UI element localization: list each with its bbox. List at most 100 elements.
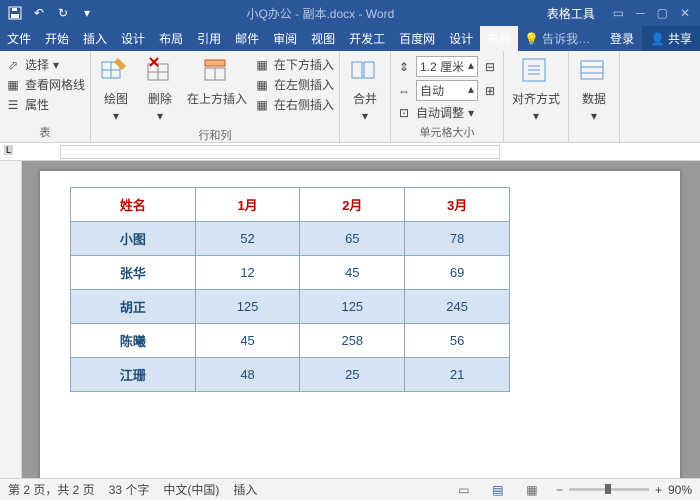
redo-icon[interactable]: ↻ [56,6,70,20]
minimize-icon[interactable]: ─ [636,6,645,20]
select-button[interactable]: ⬀选择▾ [5,56,85,73]
save-icon[interactable] [8,6,22,20]
share-button[interactable]: 👤共享 [642,26,700,51]
table-cell[interactable]: 78 [405,222,510,256]
properties-button[interactable]: ☰属性 [5,96,85,113]
tab-review[interactable]: 审阅 [266,26,304,51]
table-header[interactable]: 1月 [195,188,300,222]
bulb-icon: 💡 [524,32,539,46]
table-row[interactable]: 陈曦4525856 [71,324,510,358]
status-insert[interactable]: 插入 [233,481,257,498]
view-gridlines-button[interactable]: ▦查看网格线 [5,76,85,93]
table-cell[interactable]: 258 [300,324,405,358]
zoom-level[interactable]: 90% [668,483,692,497]
undo-icon[interactable]: ↶ [32,6,46,20]
distribute-rows-icon[interactable]: ⊟ [482,59,498,75]
table-cell[interactable]: 小图 [71,222,196,256]
tab-baidu[interactable]: 百度网 [392,26,442,51]
insert-left-button[interactable]: ▦在左侧插入 [254,76,334,93]
qat-dropdown-icon[interactable]: ▾ [80,6,94,20]
pointer-icon: ⬀ [5,57,21,73]
table-header[interactable]: 3月 [405,188,510,222]
chevron-down-icon: ▾ [53,58,59,72]
close-icon[interactable]: ✕ [680,6,690,20]
data-button[interactable]: 数据▾ [574,54,614,125]
contextual-tab-title: 表格工具 [539,5,603,22]
alignment-icon [520,56,552,88]
print-layout-icon[interactable]: ▤ [488,483,508,497]
zoom-out-button[interactable]: − [556,483,563,497]
tab-table-layout[interactable]: 布局 [480,26,518,51]
chevron-down-icon: ▾ [533,109,539,123]
table-cell[interactable]: 张华 [71,256,196,290]
merge-button[interactable]: 合并▾ [345,54,385,125]
zoom-in-button[interactable]: + [655,483,662,497]
table-header[interactable]: 2月 [300,188,405,222]
table-cell[interactable]: 陈曦 [71,324,196,358]
table-cell[interactable]: 69 [405,256,510,290]
table-cell[interactable]: 52 [195,222,300,256]
horizontal-ruler[interactable]: L [0,143,700,161]
table-cell[interactable]: 65 [300,222,405,256]
tab-references[interactable]: 引用 [190,26,228,51]
vertical-ruler[interactable] [0,161,22,478]
tab-table-design[interactable]: 设计 [442,26,480,51]
insert-above-button[interactable]: 在上方插入 [184,54,250,109]
col-width-input[interactable]: 自动▴ [416,80,478,101]
read-mode-icon[interactable]: ▭ [454,483,474,497]
table-cell[interactable]: 25 [300,358,405,392]
maximize-icon[interactable]: ▢ [657,6,668,20]
tab-developer[interactable]: 开发工 [342,26,392,51]
table-cell[interactable]: 胡正 [71,290,196,324]
grid-icon: ▦ [5,77,21,93]
web-layout-icon[interactable]: ▦ [522,483,542,497]
ribbon-options-icon[interactable]: ▭ [613,6,624,20]
delete-button[interactable]: 删除▾ [140,54,180,125]
table-cell[interactable]: 45 [300,256,405,290]
insert-below-button[interactable]: ▦在下方插入 [254,56,334,73]
tab-view[interactable]: 视图 [304,26,342,51]
tab-insert[interactable]: 插入 [76,26,114,51]
table-cell[interactable]: 56 [405,324,510,358]
table-cell[interactable]: 245 [405,290,510,324]
tab-layout[interactable]: 布局 [152,26,190,51]
autofit-button[interactable]: ⊡自动调整▾ [396,104,498,121]
tab-design[interactable]: 设计 [114,26,152,51]
table-cell[interactable]: 48 [195,358,300,392]
status-language[interactable]: 中文(中国) [163,481,219,498]
spinner-icon[interactable]: ▴ [468,58,474,75]
row-height-input[interactable]: 1.2 厘米▴ [416,56,478,77]
chevron-down-icon: ▾ [468,106,474,120]
table-row[interactable]: 江珊482521 [71,358,510,392]
properties-icon: ☰ [5,97,21,113]
spinner-icon[interactable]: ▴ [468,82,474,99]
login-button[interactable]: 登录 [602,26,642,51]
table-header[interactable]: 姓名 [71,188,196,222]
insert-right-icon: ▦ [254,97,270,113]
table-cell[interactable]: 125 [195,290,300,324]
status-words[interactable]: 33 个字 [109,481,150,498]
tab-mailings[interactable]: 邮件 [228,26,266,51]
table-row[interactable]: 小图526578 [71,222,510,256]
insert-right-button[interactable]: ▦在右侧插入 [254,96,334,113]
tab-file[interactable]: 文件 [0,26,38,51]
draw-button[interactable]: 绘图▾ [96,54,136,125]
table-cell[interactable]: 45 [195,324,300,358]
alignment-button[interactable]: 对齐方式▾ [509,54,563,125]
chevron-down-icon: ▾ [591,109,597,123]
table-row[interactable]: 胡正125125245 [71,290,510,324]
distribute-cols-icon[interactable]: ⊞ [482,83,498,99]
table-cell[interactable]: 125 [300,290,405,324]
data-table[interactable]: 姓名1月2月3月 小图526578张华124569胡正125125245陈曦45… [70,187,510,392]
table-cell[interactable]: 21 [405,358,510,392]
zoom-slider[interactable] [569,488,649,491]
table-cell[interactable]: 12 [195,256,300,290]
table-row[interactable]: 张华124569 [71,256,510,290]
chevron-down-icon: ▾ [362,109,368,123]
person-icon: 👤 [650,32,665,46]
document-page: 姓名1月2月3月 小图526578张华124569胡正125125245陈曦45… [40,171,680,478]
tell-me[interactable]: 💡告诉我… [518,26,602,51]
tab-home[interactable]: 开始 [38,26,76,51]
status-page[interactable]: 第 2 页，共 2 页 [8,481,95,498]
table-cell[interactable]: 江珊 [71,358,196,392]
